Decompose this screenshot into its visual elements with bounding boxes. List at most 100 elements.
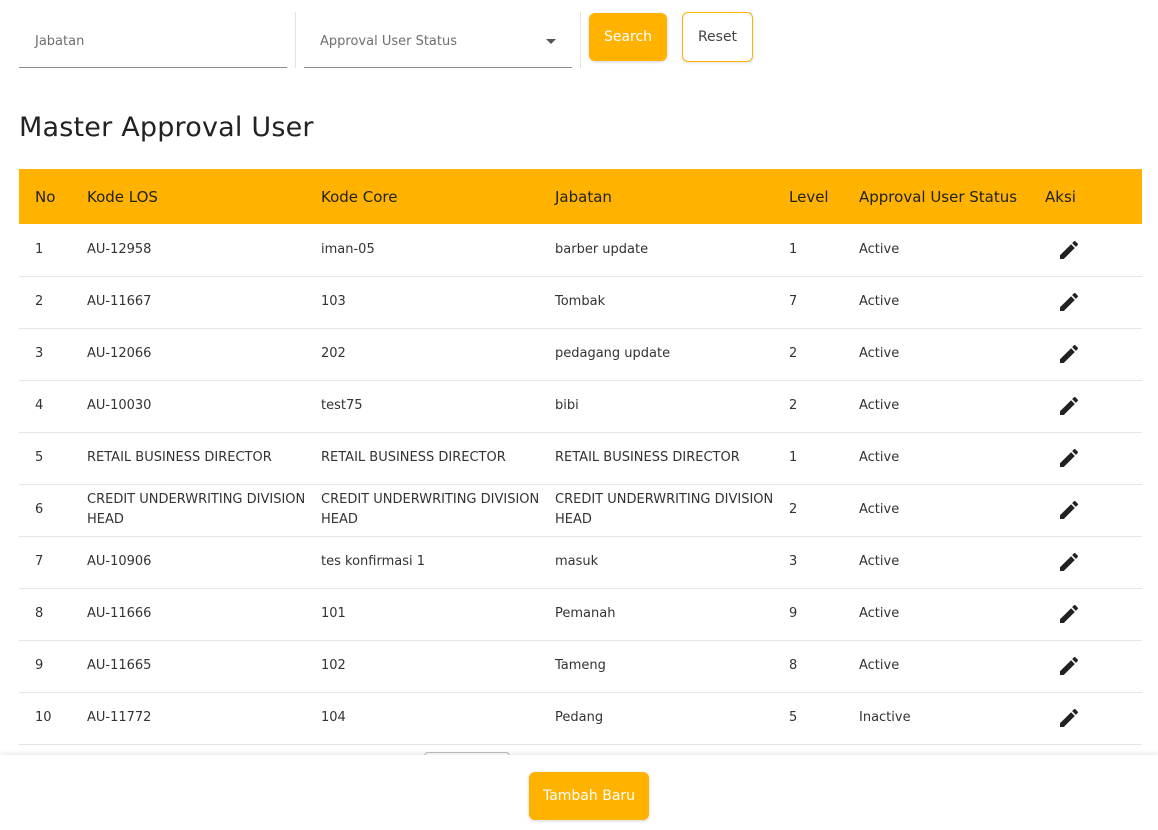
- cell-level: 2: [789, 328, 859, 380]
- cell-aksi: [1045, 640, 1142, 692]
- table-row: 8 AU-11666 101 Pemanah 9 Active: [19, 588, 1142, 640]
- cell-jabatan-text: Pemanah: [555, 606, 616, 621]
- cell-jabatan-text: masuk: [555, 554, 599, 569]
- cell-no: 2: [19, 276, 87, 328]
- cell-no: 9: [19, 640, 87, 692]
- cell-level-text: 5: [789, 710, 798, 725]
- cell-kode-core-text: 101: [321, 606, 346, 621]
- edit-pencil-icon[interactable]: [1057, 654, 1081, 678]
- cell-level-text: 7: [789, 294, 798, 309]
- cell-status: Active: [859, 432, 1045, 484]
- edit-pencil-icon[interactable]: [1057, 394, 1081, 418]
- edit-pencil-icon[interactable]: [1057, 446, 1081, 470]
- filter-bar: Jabatan Approval User Status Search Rese…: [19, 12, 779, 70]
- cell-status: Active: [859, 640, 1045, 692]
- approval-status-select[interactable]: Approval User Status: [304, 12, 572, 68]
- cell-status-text: Active: [859, 294, 900, 309]
- table-row: 5 RETAIL BUSINESS DIRECTOR RETAIL BUSINESS…: [19, 432, 1142, 484]
- cell-jabatan: RETAIL BUSINESS DIRECTOR: [555, 432, 789, 484]
- cell-kode-core: iman-05: [321, 224, 555, 276]
- edit-pencil-icon[interactable]: [1057, 342, 1081, 366]
- cell-kode-los-text: RETAIL BUSINESS DIRECTOR: [87, 450, 272, 465]
- cell-level-text: 2: [789, 502, 798, 517]
- edit-pencil-icon[interactable]: [1057, 498, 1081, 522]
- cell-kode-core: RETAIL BUSINESS DIRECTOR: [321, 432, 555, 484]
- caret-down-icon: [546, 39, 556, 44]
- cell-status-text: Active: [859, 241, 900, 257]
- cell-kode-los-text: CREDIT UNDERWRITING DIVISION HEAD: [87, 492, 306, 527]
- cell-level-text: 1: [789, 241, 798, 257]
- approval-status-placeholder: Approval User Status: [320, 34, 458, 49]
- cell-kode-core: 101: [321, 588, 555, 640]
- edit-pencil-icon[interactable]: [1057, 290, 1081, 314]
- cell-status: Active: [859, 224, 1045, 276]
- cell-kode-core-text: 102: [321, 658, 346, 673]
- cell-jabatan-text: Pedang: [555, 710, 604, 725]
- cell-kode-los: RETAIL BUSINESS DIRECTOR: [87, 432, 321, 484]
- cell-level: 3: [789, 536, 859, 588]
- reset-button[interactable]: Reset: [682, 12, 753, 62]
- cell-level: 7: [789, 276, 859, 328]
- add-new-button[interactable]: Tambah Baru: [529, 772, 649, 820]
- cell-status: Inactive: [859, 692, 1045, 744]
- cell-aksi: [1045, 276, 1142, 328]
- cell-no-text: 7: [35, 554, 44, 569]
- table-row: 10 AU-11772 104 Pedang 5 Inactive: [19, 692, 1142, 744]
- cell-no: 10: [19, 692, 87, 744]
- cell-kode-core: 103: [321, 276, 555, 328]
- edit-pencil-icon[interactable]: [1057, 550, 1081, 574]
- column-header-no: No: [35, 187, 56, 206]
- cell-no-text: 10: [35, 710, 52, 725]
- cell-status-text: Active: [859, 398, 900, 413]
- table-row: 7 AU-10906 tes konfirmasi 1 masuk 3 Active: [19, 536, 1142, 588]
- cell-no-text: 8: [35, 606, 44, 621]
- column-header-status: Approval User Status: [859, 187, 1018, 206]
- cell-kode-los: CREDIT UNDERWRITING DIVISION HEAD: [87, 484, 321, 536]
- cell-level: 5: [789, 692, 859, 744]
- jabatan-input[interactable]: Jabatan: [19, 12, 287, 68]
- cell-jabatan-text: Tombak: [555, 294, 606, 309]
- cell-level: 2: [789, 484, 859, 536]
- edit-pencil-icon[interactable]: [1057, 602, 1081, 626]
- cell-status-text: Active: [859, 658, 900, 673]
- cell-kode-core-text: tes konfirmasi 1: [321, 554, 425, 569]
- cell-status: Active: [859, 484, 1045, 536]
- cell-kode-los-text: AU-10030: [87, 398, 152, 413]
- cell-status-text: Active: [859, 450, 900, 465]
- search-button[interactable]: Search: [589, 13, 667, 61]
- cell-jabatan-text: Tameng: [555, 658, 606, 673]
- cell-level: 8: [789, 640, 859, 692]
- cell-no: 7: [19, 536, 87, 588]
- cell-kode-core: test75: [321, 380, 555, 432]
- jabatan-placeholder: Jabatan: [35, 34, 85, 49]
- cell-kode-los-text: AU-12958: [87, 241, 152, 257]
- cell-aksi: [1045, 380, 1142, 432]
- cell-level-text: 8: [789, 658, 798, 673]
- cell-level: 1: [789, 432, 859, 484]
- cell-no-text: 1: [35, 241, 44, 257]
- cell-kode-los: AU-10030: [87, 380, 321, 432]
- filter-divider: [580, 12, 581, 68]
- edit-pencil-icon[interactable]: [1057, 706, 1081, 730]
- cell-jabatan: Pemanah: [555, 588, 789, 640]
- table-row: 6 CREDIT UNDERWRITING DIVISION HEAD CREDIT…: [19, 484, 1142, 536]
- table-body: 1 AU-12958 iman-05 barber update 1 Active 2 AU-…: [19, 224, 1142, 744]
- cell-kode-los-text: AU-11666: [87, 606, 152, 621]
- cell-kode-core: 102: [321, 640, 555, 692]
- cell-kode-los: AU-10906: [87, 536, 321, 588]
- cell-jabatan-text: RETAIL BUSINESS DIRECTOR: [555, 450, 740, 465]
- cell-jabatan: masuk: [555, 536, 789, 588]
- page-title: Master Approval User: [19, 112, 314, 143]
- table-row: 4 AU-10030 test75 bibi 2 Active: [19, 380, 1142, 432]
- cell-level-text: 2: [789, 346, 798, 361]
- cell-no: 8: [19, 588, 87, 640]
- cell-jabatan: pedagang update: [555, 328, 789, 380]
- cell-jabatan-text: CREDIT UNDERWRITING DIVISION HEAD: [555, 492, 774, 527]
- cell-status-text: Inactive: [859, 710, 911, 725]
- edit-pencil-icon[interactable]: [1057, 238, 1081, 262]
- cell-no-text: 9: [35, 658, 44, 673]
- table-row: 3 AU-12066 202 pedagang update 2 Active: [19, 328, 1142, 380]
- cell-kode-core-text: iman-05: [321, 241, 375, 257]
- cell-status: Active: [859, 536, 1045, 588]
- cell-kode-core-text: test75: [321, 398, 363, 413]
